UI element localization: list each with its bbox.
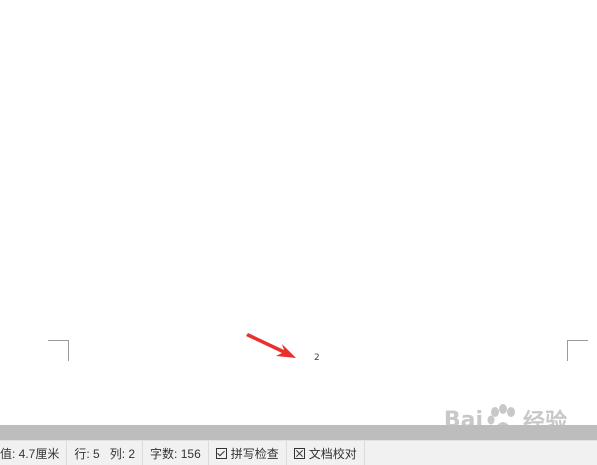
- word-count-text: 字数: 156: [150, 446, 201, 461]
- spell-check-button[interactable]: 拼写检查: [209, 441, 287, 465]
- spell-check-label: 拼写检查: [230, 446, 279, 461]
- document-page[interactable]: 2: [0, 0, 597, 425]
- horizontal-scrollbar[interactable]: [0, 425, 597, 440]
- position-value-text: 值: 4.7厘米: [0, 446, 60, 461]
- doc-proofread-button[interactable]: 文档校对: [287, 441, 365, 465]
- word-processor-window: 2 Bai 经验 值: 4.7厘米 行: 5 列: 2 字数: 156 拼写检查: [0, 0, 597, 465]
- page-number: 2: [314, 353, 320, 363]
- status-line-column[interactable]: 行: 5 列: 2: [67, 441, 144, 465]
- checkbox-cross-icon: [293, 447, 305, 459]
- red-arrow-icon: [246, 333, 296, 358]
- status-bar: 值: 4.7厘米 行: 5 列: 2 字数: 156 拼写检查 文档校对: [0, 440, 597, 465]
- status-word-count[interactable]: 字数: 156: [143, 441, 209, 465]
- doc-proofread-label: 文档校对: [308, 446, 357, 461]
- margin-corner-mark-left: [48, 340, 69, 361]
- checkbox-check-icon: [215, 447, 227, 459]
- column-number-text: 列: 2: [109, 446, 136, 461]
- margin-corner-mark-right: [567, 340, 588, 361]
- line-number-text: 行: 5: [74, 446, 100, 461]
- status-position-value[interactable]: 值: 4.7厘米: [0, 441, 68, 465]
